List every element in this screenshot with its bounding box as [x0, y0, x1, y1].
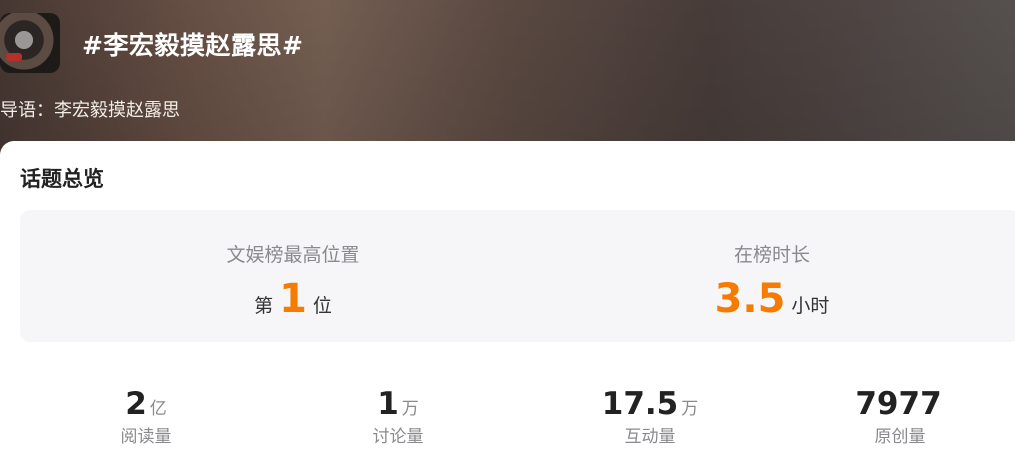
read-count-unit: 亿: [149, 399, 167, 419]
highest-rank-item: 文娱榜最高位置 第 1 位: [143, 240, 443, 319]
topic-header-banner: [0, 0, 1015, 160]
original-count-stat: 7977 原创量: [810, 386, 990, 447]
topic-overview-card: 话题总览 文娱榜最高位置 第 1 位 在榜时长 3.5 小时 2 亿 阅读量 1…: [0, 141, 1015, 466]
topic-avatar: [0, 13, 60, 73]
interaction-count-label: 互动量: [624, 427, 676, 447]
highest-rank-value: 第 1 位: [143, 279, 443, 319]
topic-stats-row: 2 亿 阅读量 1 万 讨论量 17.5 万 互动量 7977 原创量: [0, 386, 1015, 456]
original-count-label: 原创量: [874, 427, 926, 447]
section-title: 话题总览: [20, 167, 104, 191]
discussion-count-unit: 万: [401, 399, 419, 419]
on-list-duration-item: 在榜时长 3.5 小时: [622, 240, 922, 319]
interaction-count-unit: 万: [681, 399, 699, 419]
duration-unit: 小时: [791, 295, 830, 317]
topic-title: #李宏毅摸赵露思#: [82, 31, 304, 60]
original-count-value: 7977: [855, 386, 942, 422]
duration-value: 3.5 小时: [622, 279, 922, 319]
topic-guide-text: 导语：李宏毅摸赵露思: [0, 100, 180, 121]
discussion-count-label: 讨论量: [372, 427, 424, 447]
rank-prefix: 第: [254, 295, 274, 317]
rank-number: 1: [279, 276, 307, 322]
interaction-count-value: 17.5: [601, 386, 679, 422]
read-count-label: 阅读量: [120, 427, 172, 447]
discussion-count-stat: 1 万 讨论量: [308, 386, 488, 447]
rank-summary-panel: 文娱榜最高位置 第 1 位 在榜时长 3.5 小时: [20, 210, 1015, 342]
rank-suffix: 位: [312, 295, 332, 317]
read-count-value: 2: [125, 386, 147, 422]
duration-number: 3.5: [714, 276, 786, 322]
discussion-count-value: 1: [377, 386, 399, 422]
duration-label: 在榜时长: [733, 244, 810, 266]
interaction-count-stat: 17.5 万 互动量: [560, 386, 740, 447]
read-count-stat: 2 亿 阅读量: [56, 386, 236, 447]
highest-rank-label: 文娱榜最高位置: [226, 244, 360, 266]
